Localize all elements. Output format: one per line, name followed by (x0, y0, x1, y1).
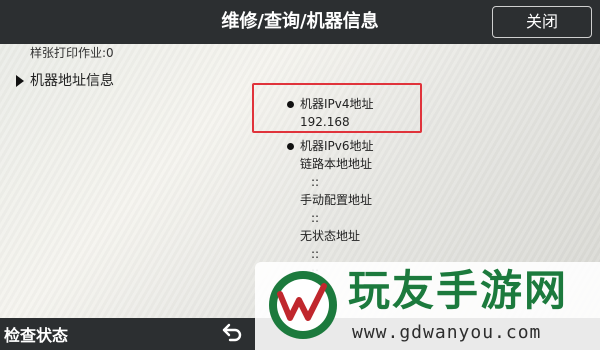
link-local-label: 链路本地地址 (300, 157, 373, 171)
close-button[interactable]: 关闭 (492, 6, 592, 38)
check-status-button[interactable]: 检查状态 (4, 322, 68, 346)
watermark-title: 玩友手游网 (348, 266, 569, 315)
machine-address-label: 机器地址信息 (30, 73, 114, 89)
link-local-value: :: (311, 175, 320, 189)
ipv6-row: 机器IPv6地址 (287, 137, 374, 155)
back-arrow-icon[interactable] (218, 319, 246, 347)
manual-config-value: :: (311, 211, 320, 225)
bullet-icon (287, 143, 294, 150)
stateless-value-1: :: (311, 247, 320, 261)
ipv4-value: 192.168 (300, 115, 350, 129)
ipv4-row: 机器IPv4地址 (287, 95, 374, 113)
triangle-right-icon (16, 75, 24, 87)
watermark-url: www.gdwanyou.com (352, 322, 542, 343)
watermark-logo-icon (266, 268, 340, 342)
machine-address-section[interactable]: 机器地址信息 (16, 70, 114, 90)
bullet-icon (287, 101, 294, 108)
back-arrow-svg (222, 323, 242, 342)
manual-config-label: 手动配置地址 (300, 193, 373, 207)
sample-print-job-text: 样张打印作业:0 (30, 46, 114, 60)
ipv6-label: 机器IPv6地址 (300, 139, 374, 153)
ipv4-label: 机器IPv4地址 (300, 97, 374, 111)
header-bar: 维修/查询/机器信息 关闭 (0, 0, 600, 44)
stateless-label: 无状态地址 (300, 229, 361, 243)
